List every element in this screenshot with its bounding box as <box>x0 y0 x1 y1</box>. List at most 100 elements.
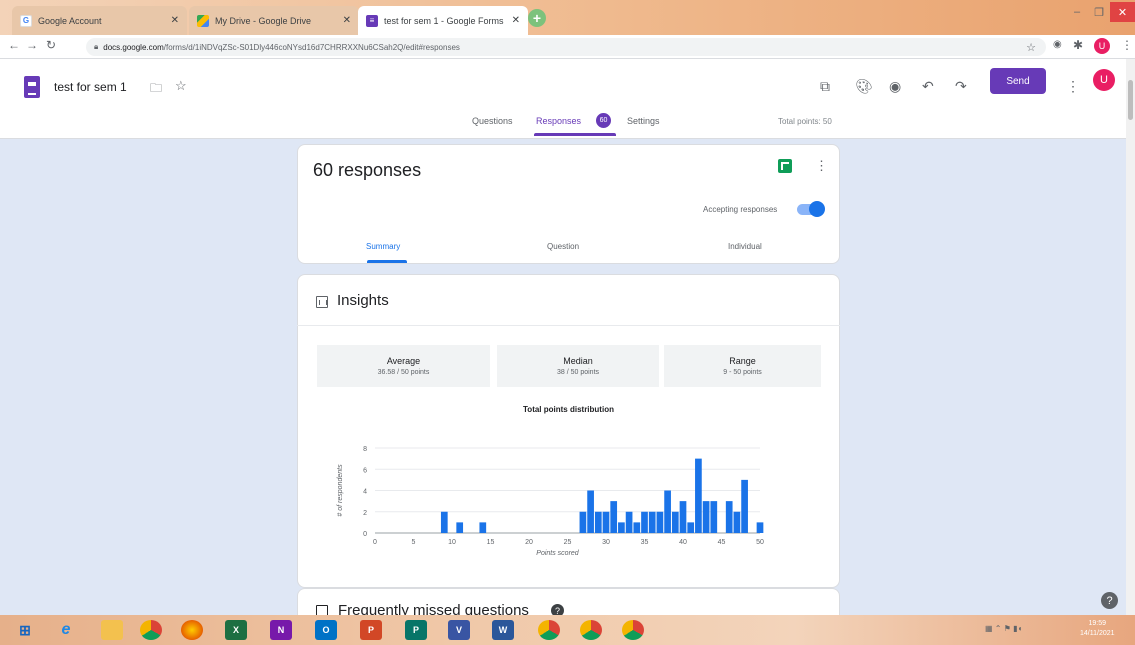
close-window-button[interactable]: ✕ <box>1110 2 1135 22</box>
bar <box>756 522 764 533</box>
taskbar-clock[interactable]: 19:59 14/11/2021 <box>1080 619 1115 639</box>
stat-value: 9 - 50 points <box>723 369 762 376</box>
bar <box>587 490 594 533</box>
folder-icon[interactable]: 🗀︎ <box>150 79 162 100</box>
tab-responses[interactable]: Responses <box>536 116 581 126</box>
onenote-icon[interactable]: N <box>270 620 292 640</box>
y-tick-label: 2 <box>363 510 367 517</box>
help-button[interactable]: ? <box>1101 592 1118 609</box>
active-tab-indicator <box>534 133 616 136</box>
addons-icon[interactable]: ⧉ <box>820 78 830 95</box>
stat-value: 38 / 50 points <box>556 369 600 376</box>
chrome-canary-icon[interactable] <box>538 620 560 640</box>
subtab-summary[interactable]: Summary <box>366 242 400 251</box>
undo-icon[interactable]: ↶ <box>922 78 934 95</box>
url-host: docs.google.com <box>103 42 164 52</box>
bar <box>687 522 695 533</box>
clock-date: 14/11/2021 <box>1080 630 1115 637</box>
profile-avatar[interactable]: U <box>1094 38 1110 54</box>
bar <box>679 501 687 533</box>
subtab-question[interactable]: Question <box>547 242 579 251</box>
x-tick-label: 40 <box>679 539 687 546</box>
extension-icon[interactable]: ◉ <box>1053 39 1062 50</box>
bar <box>618 522 625 533</box>
back-icon[interactable]: ← <box>8 38 20 52</box>
bar <box>602 511 610 533</box>
minimize-button[interactable]: – <box>1066 2 1088 22</box>
reload-icon[interactable]: ↻ <box>46 38 56 52</box>
send-button[interactable]: Send <box>990 68 1046 94</box>
clock-time: 19:59 <box>1088 620 1107 627</box>
close-tab-icon[interactable]: ✕ <box>171 15 179 26</box>
palette-icon[interactable]: 🎨︎ <box>855 78 873 95</box>
tab-title: My Drive - Google Drive <box>215 15 312 26</box>
subtab-individual[interactable]: Individual <box>728 242 762 251</box>
stat-range: Range 9 - 50 points <box>664 345 821 387</box>
firefox-icon[interactable] <box>181 620 203 640</box>
account-avatar[interactable]: U <box>1093 69 1115 91</box>
word-icon[interactable]: W <box>492 620 514 640</box>
address-bar[interactable]: 🔒︎ docs.google.com/forms/d/1iNDVqZSc-S01… <box>86 38 1046 56</box>
publisher-icon[interactable]: P <box>405 620 427 640</box>
sheets-icon[interactable] <box>778 159 792 173</box>
responses-count: 60 responses <box>313 160 422 180</box>
browser-tab-google-forms[interactable]: ≡ test for sem 1 - Google Forms ✕ <box>358 6 528 35</box>
close-tab-icon[interactable]: ✕ <box>512 15 520 26</box>
visio-icon[interactable]: V <box>448 620 470 640</box>
more-options-icon[interactable]: ⋮ <box>1066 78 1080 95</box>
windows-start-icon[interactable]: ⊞ <box>14 620 36 640</box>
bookmark-star-icon[interactable]: ☆ <box>1026 41 1036 54</box>
outlook-icon[interactable]: O <box>315 620 337 640</box>
bar <box>633 522 641 533</box>
bar <box>625 511 633 533</box>
bar <box>479 522 487 533</box>
x-axis-label: Points scored <box>536 550 580 557</box>
responses-count-badge: 60 <box>596 113 611 128</box>
url-path: /forms/d/1iNDVqZSc-S01Dly446coNYsd16d7CH… <box>163 42 460 52</box>
points-distribution-chart: 0 2 4 6 8 0 5 10 15 20 25 30 35 40 45 50 Points scored # … <box>337 446 764 557</box>
browser-menu-icon[interactable]: ⋮ <box>1121 38 1133 52</box>
bar <box>710 501 718 533</box>
scrollbar-thumb[interactable] <box>1128 80 1133 120</box>
x-tick-label: 5 <box>412 539 416 546</box>
bar <box>664 490 671 533</box>
chrome-profile2-icon[interactable] <box>622 620 644 640</box>
forward-icon[interactable]: → <box>26 38 38 52</box>
forms-logo-icon[interactable] <box>24 76 40 98</box>
stat-median: Median 38 / 50 points <box>497 345 659 387</box>
stat-average: Average 36.58 / 50 points <box>317 345 490 387</box>
page-scrollbar[interactable] <box>1126 59 1135 615</box>
extensions-puzzle-icon[interactable]: ✱ <box>1073 38 1083 52</box>
active-subtab-indicator <box>367 260 407 263</box>
tab-questions[interactable]: Questions <box>472 116 513 126</box>
stat-label: Average <box>386 356 421 366</box>
new-tab-button[interactable]: + <box>528 9 546 27</box>
ie-icon[interactable]: e <box>55 620 77 640</box>
browser-tab-my-drive[interactable]: My Drive - Google Drive ✕ <box>189 6 359 35</box>
star-icon[interactable]: ☆ <box>175 78 187 94</box>
browser-tab-google-account[interactable]: G Google Account ✕ <box>12 6 187 35</box>
chrome-profile-icon[interactable] <box>580 620 602 640</box>
powerpoint-icon[interactable]: P <box>360 620 382 640</box>
maximize-button[interactable]: ❐ <box>1088 2 1110 22</box>
toggle-knob[interactable] <box>809 201 825 217</box>
redo-icon[interactable]: ↷ <box>955 78 967 95</box>
excel-icon[interactable]: X <box>225 620 247 640</box>
x-tick-label: 50 <box>756 539 764 546</box>
preview-eye-icon[interactable]: ◉ <box>889 78 901 95</box>
windows-taskbar <box>0 615 1135 645</box>
file-explorer-icon[interactable] <box>101 620 123 640</box>
stat-label: Median <box>563 356 593 366</box>
x-tick-label: 35 <box>641 539 649 546</box>
system-tray-icons[interactable]: ▦ ⌃ ⚑ ▮◖ <box>985 624 1022 633</box>
more-vert-icon[interactable]: ⋮ <box>815 158 828 174</box>
y-tick-label: 8 <box>363 446 367 453</box>
form-title[interactable]: test for sem 1 <box>54 80 127 94</box>
x-tick-label: 45 <box>718 539 726 546</box>
chrome-icon[interactable] <box>140 620 162 640</box>
lock-icon: 🔒︎ <box>94 42 99 51</box>
bar <box>579 511 587 533</box>
drive-icon <box>197 14 209 27</box>
tab-settings[interactable]: Settings <box>627 116 660 126</box>
close-tab-icon[interactable]: ✕ <box>343 15 351 26</box>
